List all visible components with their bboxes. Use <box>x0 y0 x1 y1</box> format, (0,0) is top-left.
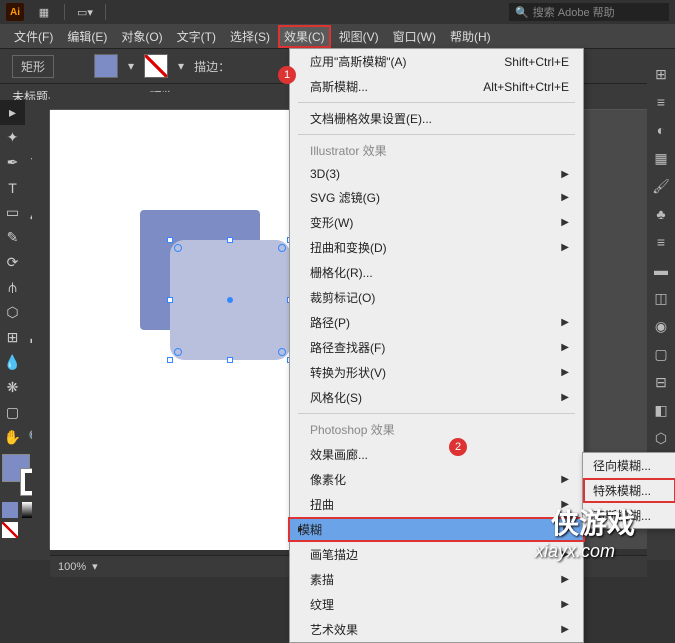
menu-路径查找器(F)[interactable]: 路径查找器(F)▶ <box>290 335 583 360</box>
annotation-badge-2: 2 <box>449 438 467 456</box>
symbols-panel-icon[interactable]: ♣ <box>647 200 675 228</box>
menu-对象[interactable]: 对象(O) <box>115 25 168 48</box>
mesh-tool[interactable]: ⊞ <box>0 325 25 350</box>
menu-apply-last[interactable]: 应用"高斯模糊"(A)Shift+Ctrl+E <box>290 49 583 74</box>
rectangle-tool[interactable]: ▭ <box>0 200 25 225</box>
shaper-tool[interactable]: ✎ <box>0 225 25 250</box>
eyedropper-tool[interactable]: 💧 <box>0 350 25 375</box>
magic-wand-tool[interactable]: ✦ <box>0 125 25 150</box>
menu-编辑[interactable]: 编辑(E) <box>61 25 113 48</box>
transform-panel-icon[interactable]: ◧ <box>647 396 675 424</box>
graphic-styles-panel-icon[interactable]: ▢ <box>647 340 675 368</box>
ruler-vertical <box>32 110 50 549</box>
brushes-panel-icon[interactable]: 🖌 <box>647 172 675 200</box>
watermark-brand: 侠游戏 <box>551 502 635 542</box>
illustrator-effects-header: Illustrator 效果 <box>290 138 583 163</box>
symbol-sprayer-tool[interactable]: ❋ <box>0 375 25 400</box>
stroke-label: 描边： <box>194 58 230 75</box>
watermark-url: xiayx.com <box>535 541 615 562</box>
color-mode[interactable] <box>2 502 18 518</box>
align-panel-icon[interactable]: ⊟ <box>647 368 675 396</box>
menu-素描[interactable]: 素描▶ <box>290 567 583 592</box>
pen-tool[interactable]: ✒ <box>0 150 25 175</box>
fill-swatch[interactable] <box>94 54 118 78</box>
type-tool[interactable]: T <box>0 175 25 200</box>
menu-文件[interactable]: 文件(F) <box>8 25 59 48</box>
titlebar: Ai ▦ ▭▾ 🔍 搜索 Adobe 帮助 <box>0 0 675 24</box>
menu-SVG 滤镜(G)[interactable]: SVG 滤镜(G)▶ <box>290 185 583 210</box>
bridge-icon[interactable]: ▦ <box>30 2 58 22</box>
width-tool[interactable]: ⫛ <box>0 275 25 300</box>
submenu-radial-blur[interactable]: 径向模糊... <box>583 453 675 478</box>
annotation-badge-1: 1 <box>278 66 296 84</box>
menu-扭曲和变换(D)[interactable]: 扭曲和变换(D)▶ <box>290 235 583 260</box>
menu-模糊[interactable]: ▸模糊▶ <box>288 517 585 542</box>
app-logo: Ai <box>6 3 24 21</box>
submenu-smart-blur[interactable]: 特殊模糊... <box>583 478 675 503</box>
none-mode[interactable] <box>2 522 18 538</box>
help-search[interactable]: 🔍 搜索 Adobe 帮助 <box>509 3 669 21</box>
appearance-panel-icon[interactable]: ◉ <box>647 312 675 340</box>
menu-转换为形状(V)[interactable]: 转换为形状(V)▶ <box>290 360 583 385</box>
rotate-tool[interactable]: ⟳ <box>0 250 25 275</box>
menu-文字[interactable]: 文字(T) <box>171 25 222 48</box>
menu-窗口[interactable]: 窗口(W) <box>387 25 442 48</box>
menu-doc-raster-settings[interactable]: 文档栅格效果设置(E)... <box>290 106 583 131</box>
shape-type[interactable]: 矩形 <box>12 55 54 78</box>
hand-tool[interactable]: ✋ <box>0 425 25 450</box>
menu-像素化[interactable]: 像素化▶ <box>290 467 583 492</box>
search-placeholder: 搜索 Adobe 帮助 <box>533 4 615 20</box>
search-icon: 🔍 <box>515 6 529 19</box>
menu-变形(W)[interactable]: 变形(W)▶ <box>290 210 583 235</box>
menu-路径(P)[interactable]: 路径(P)▶ <box>290 310 583 335</box>
artboard-tool[interactable]: ▢ <box>0 400 25 425</box>
zoom-dropdown-icon[interactable]: ▾ <box>92 560 98 573</box>
transparency-panel-icon[interactable]: ◫ <box>647 284 675 312</box>
stroke-panel-icon[interactable]: ≡ <box>647 228 675 256</box>
menu-风格化(S)[interactable]: 风格化(S)▶ <box>290 385 583 410</box>
menu-last-effect[interactable]: 高斯模糊...Alt+Shift+Ctrl+E <box>290 74 583 99</box>
menu-裁剪标记(O)[interactable]: 裁剪标记(O) <box>290 285 583 310</box>
gradient-panel-icon[interactable]: ▬ <box>647 256 675 284</box>
pathfinder-panel-icon[interactable]: ⬡ <box>647 424 675 452</box>
menu-帮助[interactable]: 帮助(H) <box>444 25 497 48</box>
zoom-level[interactable]: 100% <box>58 561 86 573</box>
menu-纹理[interactable]: 纹理▶ <box>290 592 583 617</box>
properties-panel-icon[interactable]: ⊞ <box>647 60 675 88</box>
stroke-swatch[interactable] <box>144 54 168 78</box>
menu-视图[interactable]: 视图(V) <box>333 25 385 48</box>
menu-效果画廊...[interactable]: 效果画廊... <box>290 442 583 467</box>
swatches-panel-icon[interactable]: ▦ <box>647 144 675 172</box>
menu-艺术效果[interactable]: 艺术效果▶ <box>290 617 583 642</box>
menu-效果[interactable]: 效果(C) <box>278 25 331 48</box>
menu-3D(3)[interactable]: 3D(3)▶ <box>290 163 583 185</box>
arrange-icon[interactable]: ▭▾ <box>71 2 99 22</box>
menu-选择[interactable]: 选择(S) <box>224 25 276 48</box>
photoshop-effects-header: Photoshop 效果 <box>290 417 583 442</box>
menu-扭曲[interactable]: 扭曲▶ <box>290 492 583 517</box>
layers-panel-icon[interactable]: ≡ <box>647 88 675 116</box>
selection-tool[interactable]: ▸ <box>0 100 25 125</box>
rectangle-shape-2[interactable] <box>170 240 290 360</box>
color-panel-icon[interactable]: ◐ <box>647 116 675 144</box>
menu-栅格化(R)...[interactable]: 栅格化(R)... <box>290 260 583 285</box>
shape-builder-tool[interactable]: ⬡ <box>0 300 25 325</box>
menubar: 文件(F)编辑(E)对象(O)文字(T)选择(S)效果(C)视图(V)窗口(W)… <box>0 24 675 48</box>
